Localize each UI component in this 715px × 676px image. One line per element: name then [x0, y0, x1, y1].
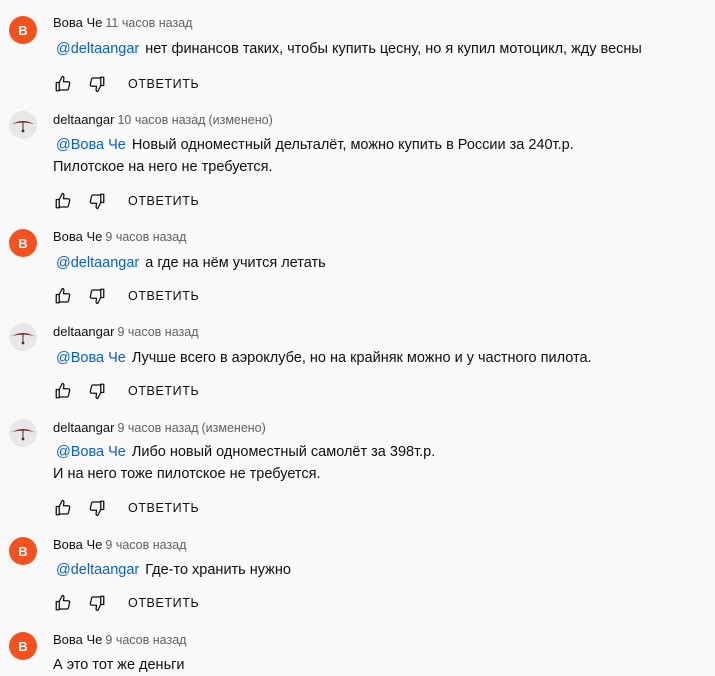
thumb-up-icon[interactable] [52, 285, 74, 307]
reply-button[interactable]: ОТВЕТИТЬ [128, 384, 199, 398]
comment-text: @Вова Че Лучше всего в аэроклубе, но на к… [53, 347, 592, 369]
avatar[interactable]: B [9, 229, 37, 257]
comment-text: @deltaangar нет финансов таких, чтобы куп… [53, 38, 642, 60]
comment-header: Вова Че 9 часов назад [53, 228, 186, 246]
thumb-down-icon[interactable] [86, 497, 108, 519]
hang-glider-logo-icon [9, 323, 37, 351]
comment-header: deltaangar 9 часов назад [53, 323, 199, 341]
hang-glider-logo-icon [9, 419, 37, 447]
comment-text: @Вова Че Новый одноместный дельталёт, мож… [53, 134, 574, 178]
comment-time[interactable]: 9 часов назад [105, 538, 186, 552]
comment-author[interactable]: Вова Че [53, 632, 102, 647]
comment-header: Вова Че 9 часов назад [53, 536, 186, 554]
avatar-letter: B [18, 638, 28, 654]
comment-header: Вова Че 9 часов назад [53, 631, 186, 649]
avatar[interactable]: B [9, 632, 37, 660]
comment-actions: ОТВЕТИТЬ [52, 379, 199, 403]
thumb-down-icon[interactable] [86, 73, 108, 95]
comment-author[interactable]: deltaangar [53, 420, 114, 435]
comment-text: А это тот же деньги [53, 654, 185, 676]
reply-button[interactable]: ОТВЕТИТЬ [128, 596, 199, 610]
avatar[interactable] [9, 111, 37, 139]
thumb-down-icon[interactable] [86, 592, 108, 614]
avatar[interactable] [9, 323, 37, 351]
comment-actions: ОТВЕТИТЬ [52, 72, 199, 96]
reply-button[interactable]: ОТВЕТИТЬ [128, 289, 199, 303]
comment-actions: ОТВЕТИТЬ [52, 189, 199, 213]
thumb-up-icon[interactable] [52, 497, 74, 519]
comment-line: Где-то хранить нужно [145, 562, 291, 578]
comment-line: Лучше всего в аэроклубе, но на крайняк м… [131, 350, 592, 366]
comment-time[interactable]: 9 часов назад [105, 633, 186, 647]
comment-time[interactable]: 10 часов назад [117, 113, 205, 127]
comment-line: Пилотское на него не требуется. [53, 159, 273, 175]
comment-actions: ОТВЕТИТЬ [52, 496, 199, 520]
mention-link[interactable]: @deltaangar [56, 255, 139, 271]
avatar[interactable]: B [9, 16, 37, 44]
comment-line: Либо новый одноместный самолёт за 398т.р… [131, 444, 436, 460]
comment-line: Новый одноместный дельталёт, можно купит… [131, 137, 574, 153]
comment-author[interactable]: Вова Че [53, 537, 102, 552]
comment-author[interactable]: Вова Че [53, 229, 102, 244]
avatar-letter: B [18, 235, 28, 251]
avatar[interactable] [9, 419, 37, 447]
comment-header: Вова Че 11 часов назад [53, 14, 192, 32]
avatar-letter: B [18, 543, 28, 559]
reply-button[interactable]: ОТВЕТИТЬ [128, 501, 199, 515]
comment-thread: B Вова Че 11 часов назад @deltaangar нет ф… [0, 0, 715, 675]
reply-button[interactable]: ОТВЕТИТЬ [128, 77, 199, 91]
thumb-up-icon[interactable] [52, 592, 74, 614]
comment-actions: ОТВЕТИТЬ [52, 591, 199, 615]
comment-author[interactable]: Вова Че [53, 15, 102, 30]
comment-line: И на него тоже пилотское не требуется. [53, 466, 321, 482]
mention-link[interactable]: @Вова Че [56, 137, 126, 153]
thumb-up-icon[interactable] [52, 73, 74, 95]
avatar-letter: B [18, 22, 28, 38]
comment-line: нет финансов таких, чтобы купить цесну, … [145, 41, 642, 57]
comment-text: @deltaangar Где-то хранить нужно [53, 559, 291, 581]
comment-author[interactable]: deltaangar [53, 324, 114, 339]
thumb-up-icon[interactable] [52, 190, 74, 212]
reply-button[interactable]: ОТВЕТИТЬ [128, 194, 199, 208]
mention-link[interactable]: @Вова Че [56, 444, 126, 460]
avatar[interactable]: B [9, 537, 37, 565]
mention-link[interactable]: @deltaangar [56, 41, 139, 57]
comment-time[interactable]: 9 часов назад [105, 230, 186, 244]
comment-actions: ОТВЕТИТЬ [52, 284, 199, 308]
hang-glider-logo-icon [9, 111, 37, 139]
comment-line: А это тот же деньги [53, 657, 185, 673]
edited-label: (изменено) [201, 421, 266, 435]
thumb-down-icon[interactable] [86, 190, 108, 212]
thumb-down-icon[interactable] [86, 285, 108, 307]
thumb-down-icon[interactable] [86, 380, 108, 402]
comment-time[interactable]: 11 часов назад [105, 16, 192, 30]
comment-text: @Вова Че Либо новый одноместный самолёт з… [53, 441, 435, 485]
comment-text: @deltaangar а где на нём учится летать [53, 252, 326, 274]
comment-time[interactable]: 9 часов назад [117, 421, 198, 435]
comment-time[interactable]: 9 часов назад [117, 325, 198, 339]
comment-header: deltaangar 10 часов назад (изменено) [53, 111, 273, 129]
comment-header: deltaangar 9 часов назад (изменено) [53, 419, 266, 437]
comment-line: а где на нём учится летать [145, 255, 326, 271]
mention-link[interactable]: @deltaangar [56, 562, 139, 578]
thumb-up-icon[interactable] [52, 380, 74, 402]
edited-label: (изменено) [208, 113, 273, 127]
comment-author[interactable]: deltaangar [53, 112, 114, 127]
mention-link[interactable]: @Вова Че [56, 350, 126, 366]
